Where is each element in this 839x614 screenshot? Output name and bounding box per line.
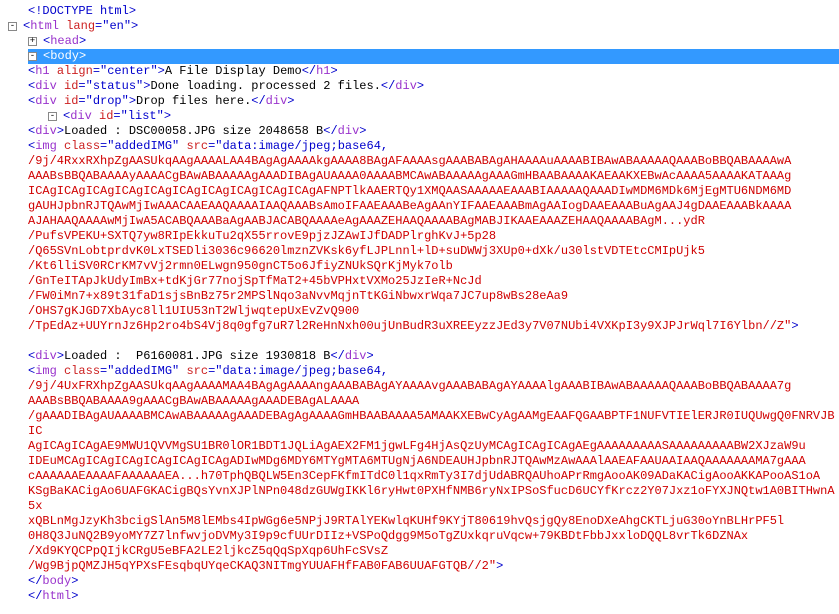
body-close-row[interactable]: </body> [8, 574, 839, 589]
img2-src-line: AAABsBBQABAAAA9gAAACgBAwABAAAAAgAAADEBAg… [8, 394, 839, 409]
img2-src-line: /9j/4UxFRXhpZgAASUkqAAgAAAAMAA4BAgAgAAAA… [8, 379, 839, 394]
doctype-line: <!DOCTYPE html> [8, 4, 839, 19]
body-row[interactable]: -<body> [8, 49, 839, 64]
img1-src-line: /FW0iMn7+x89t31faD1sjsBnBz75r2MPSlNqo3aN… [8, 289, 839, 304]
html-close-row[interactable]: </html> [8, 589, 839, 604]
img1-src-line: /Kt6lliSV0RCrKM7vVj2rmn0ELwgn950gnCT5o6J… [8, 259, 839, 274]
img2-src-line: /gAAADIBAgAUAAAABMCAwABAAAAAgAAADEBAgAgA… [8, 409, 839, 439]
source-tree: <!DOCTYPE html> -<html lang="en"> +<head… [0, 0, 839, 614]
img1-src-line: ICAgICAgICAgICAgICAgICAgICAgICAgICAgICAg… [8, 184, 839, 199]
img1-src-line: /OHS7gKJGD7XbAyc8ll1UIU53nT2WljwqtepUxEv… [8, 304, 839, 319]
img1-src-line: gAUHJpbnRJTQAwMjIwAAACAAEAAQAAAAIAAQAAAB… [8, 199, 839, 214]
img1-src-line: AJAHAAQAAAAwMjIwA5ACABQAAABaAgAABJACABQA… [8, 214, 839, 229]
img2-src-line: /Xd9KYQCPpQIjkCRgU5eBFA2LE2ljkcZ5qQqSpXq… [8, 544, 839, 559]
collapse-icon[interactable]: - [8, 22, 17, 31]
img-row-2[interactable]: <img class="addedIMG" src="data:image/jp… [8, 364, 839, 379]
collapse-icon[interactable]: - [28, 52, 37, 61]
img2-src-end: /Wg9BjpQMZJH5qYPXsFEsqbqUYqeCKAQ3NITmgYU… [8, 559, 839, 574]
img1-src-line: /9j/4RxxRXhpZgAASUkqAAgAAAALAA4BAgAgAAAA… [8, 154, 839, 169]
status-row[interactable]: <div id="status">Done loading. processed… [8, 79, 839, 94]
head-row[interactable]: +<head> [8, 34, 839, 49]
loaded-row-1[interactable]: <div>Loaded : DSC00058.JPG size 2048658 … [8, 124, 839, 139]
img2-src-line: 0H8Q3JuNQ2B9yoMY7Z7lnfwvjoDVMy3I9p9cfUUr… [8, 529, 839, 544]
img1-src-line: /PufsVPEKU+SXTQ7yw8RIpEkkuTu2qX55rrovE9p… [8, 229, 839, 244]
list-row[interactable]: -<div id="list"> [8, 109, 839, 124]
doctype-text: <!DOCTYPE html> [28, 4, 136, 18]
html-open-row[interactable]: -<html lang="en"> [8, 19, 839, 34]
h1-row[interactable]: <h1 align="center">A File Display Demo</… [8, 64, 839, 79]
img1-src-line: /Q65SVnLobtprdvK0LxTSEDli3036c96620lmznZ… [8, 244, 839, 259]
img2-src-line: KSgBaKACigAo6UAFGKACigBQsYvnXJPlNPn048dz… [8, 484, 839, 514]
img-row-1[interactable]: <img class="addedIMG" src="data:image/jp… [8, 139, 839, 154]
img2-src-line: xQBLnMgJzyKh3bcigSlAn5M8lEMbs4IpWGg6e5NP… [8, 514, 839, 529]
img1-src-line: AAABsBBQABAAAAyAAAACgBAwABAAAAAgAAADIBAg… [8, 169, 839, 184]
img2-src-line: cAAAAAAEAAAAFAAAAAAEA...h70TphQBQLW5En3C… [8, 469, 839, 484]
loaded-row-2[interactable]: <div>Loaded : P6160081.JPG size 1930818 … [8, 349, 839, 364]
img1-src-line: /GnTeITApJkUdyImBx+tdKjGr77nojSpTfMaT2+4… [8, 274, 839, 289]
drop-row[interactable]: <div id="drop">Drop files here.</div> [8, 94, 839, 109]
img2-src-line: IDEuMCAgICAgICAgICAgICAgICAgADIwMDg6MDY6… [8, 454, 839, 469]
collapse-icon[interactable]: - [48, 112, 57, 121]
blank-line [8, 334, 839, 349]
img2-src-line: AgICAgICAgAE9MWU1QVVMgSU1BR0lOR1BDT1JQLi… [8, 439, 839, 454]
img1-src-end: /TpEdAz+UUYrnJz6Hp2ro4bS4Vj8q0gfg7uR7l2R… [8, 319, 839, 334]
expand-icon[interactable]: + [28, 37, 37, 46]
